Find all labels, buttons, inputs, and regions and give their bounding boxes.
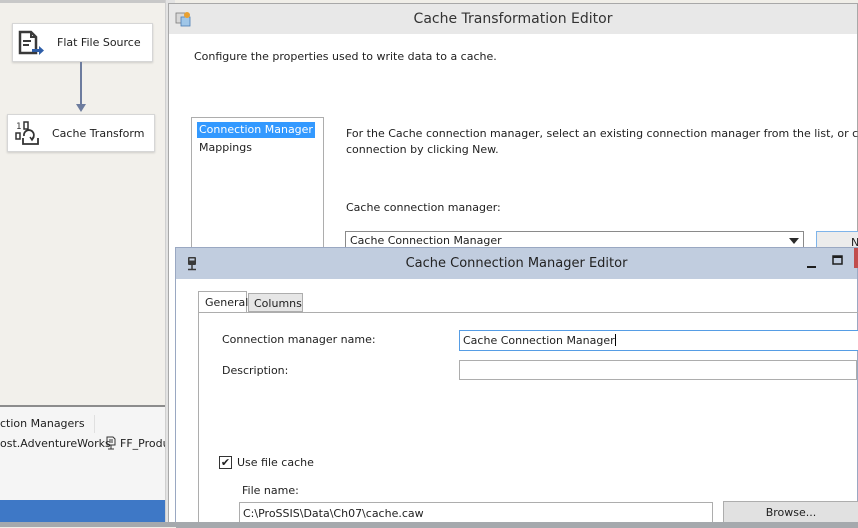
task-label: Cache Transform [52,126,145,140]
connection-managers-tab[interactable]: ction Managers [0,415,95,433]
use-file-cache-label[interactable]: Use file cache [237,456,314,469]
close-button[interactable] [854,248,858,268]
svg-text:1: 1 [16,122,21,132]
bottom-taskbar [0,522,858,527]
cache-connection-manager-label: Cache connection manager: [346,201,501,214]
input-value: Cache Connection Manager [463,334,615,347]
connection-manager-name-label: Connection manager name: [222,333,376,346]
minimize-icon[interactable] [806,259,818,269]
cache-transform-icon: 1 [15,121,39,145]
cache-transform-task[interactable]: 1 Cache Transform [7,114,155,152]
task-label: Flat File Source [57,36,141,49]
connection-manager-item[interactable]: FF_Produ [120,437,170,450]
help-text-line: For the Cache connection manager, select… [346,127,858,140]
chevron-down-icon[interactable] [789,238,799,244]
help-text: For the Cache connection manager, select… [346,126,858,158]
flat-file-source-task[interactable]: Flat File Source [12,23,153,62]
tab-panel-border [198,312,199,528]
tab-columns[interactable]: Columns [248,293,303,312]
flat-file-connection-icon [106,436,118,450]
editor-nav-list: Connection Manager Mappings [191,117,324,257]
editor-titlebar[interactable]: Cache Transformation Editor [169,4,857,34]
dialog-title: Cache Connection Manager Editor [405,256,628,271]
nav-item-mappings[interactable]: Mappings [197,140,254,156]
control-flow-designer[interactable]: Flat File Source 1 Cache Transform [0,0,165,405]
description-input[interactable] [459,360,857,380]
file-name-label: File name: [242,484,299,497]
connection-manager-item[interactable]: ost.AdventureWorks [0,437,111,450]
tab-divider [198,312,858,313]
file-name-input[interactable]: C:\ProSSIS\Data\Ch07\cache.caw [239,502,713,524]
flat-file-source-icon [18,30,44,55]
nav-item-connection-manager[interactable]: Connection Manager [197,122,315,138]
connection-manager-name-input[interactable]: Cache Connection Manager [459,330,858,351]
maximize-icon[interactable] [832,255,844,267]
precedence-connector[interactable] [80,62,82,107]
tab-general[interactable]: General [198,291,248,313]
text-caret [614,334,616,346]
select-value: Cache Connection Manager [350,234,502,247]
editor-title: Cache Transformation Editor [413,11,613,27]
connector-arrowhead [76,104,86,112]
connection-managers-list: ost.AdventureWorks FF_Produ [0,436,170,457]
status-bar [0,500,165,522]
dialog-titlebar[interactable]: Cache Connection Manager Editor [176,248,858,279]
cache-connection-manager-editor-dialog: Cache Connection Manager Editor General … [175,247,858,528]
use-file-cache-checkbox[interactable]: ✔ [219,456,232,469]
editor-description: Configure the properties used to write d… [194,50,497,63]
help-text-line: connection by clicking New. [346,143,499,156]
description-label: Description: [222,364,289,377]
